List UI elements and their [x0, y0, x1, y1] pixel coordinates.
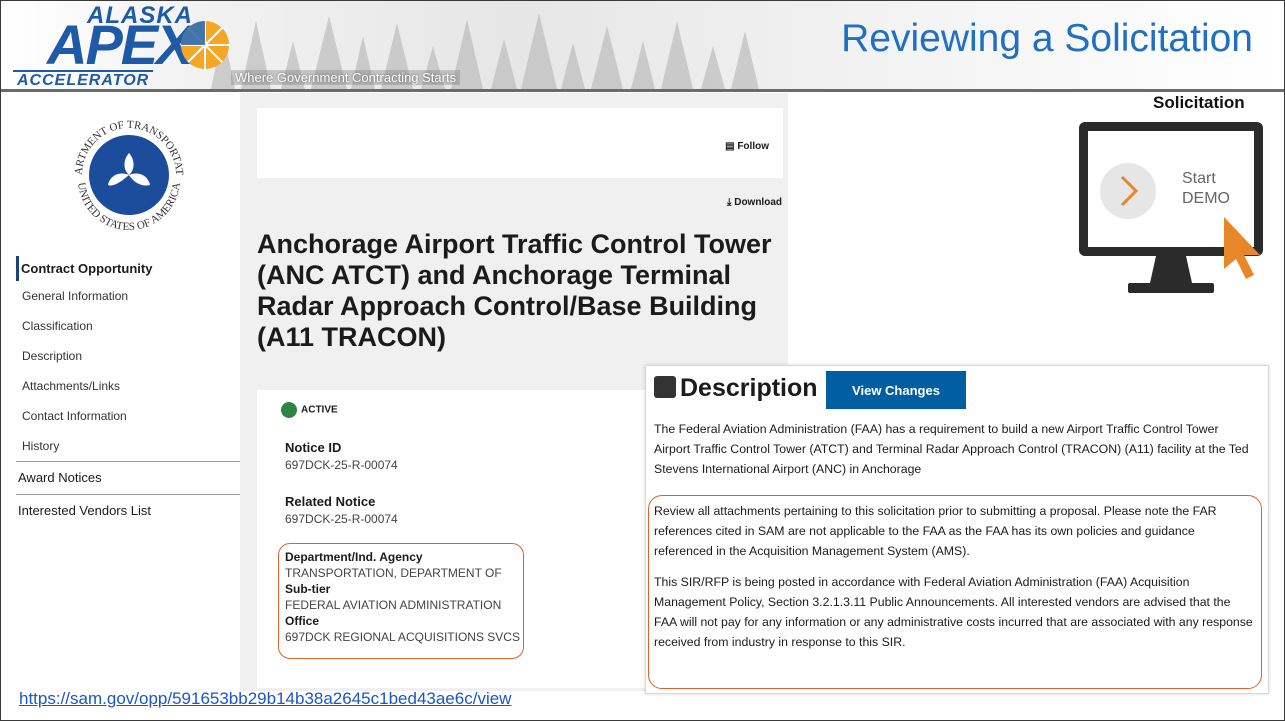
view-changes-button[interactable]: View Changes — [826, 371, 966, 409]
download-button[interactable]: ⤓ Download — [727, 197, 782, 208]
nav-contract-opportunity[interactable]: Contract Opportunity — [16, 256, 241, 281]
status-badge: ACTIVE — [281, 402, 338, 418]
solicitation-label: Solicitation — [1153, 93, 1245, 112]
play-circle-icon — [1100, 163, 1156, 219]
agency-highlight: Department/Ind. Agency TRANSPORTATION, D… — [278, 543, 524, 659]
nav-history[interactable]: History — [16, 431, 241, 461]
subtier-value: FEDERAL AVIATION ADMINISTRATION — [285, 598, 502, 612]
nav-contact-information[interactable]: Contact Information — [16, 401, 241, 431]
description-heading: Description — [654, 374, 818, 403]
demo-start-text: Start — [1182, 170, 1216, 187]
follow-card: ▤ Follow — [257, 108, 783, 178]
demo-demo-text: DEMO — [1182, 190, 1230, 207]
download-label: Download — [734, 197, 782, 208]
logo-accelerator-text: ACCELERATOR — [13, 70, 154, 89]
nav-interested-vendors-list[interactable]: Interested Vendors List — [16, 494, 241, 527]
related-notice-label: Related Notice — [285, 494, 376, 509]
description-paragraph-1: The Federal Aviation Administration (FAA… — [654, 422, 1249, 476]
department-value: TRANSPORTATION, DEPARTMENT OF — [285, 566, 502, 580]
related-notice-value: 697DCK-25-R-00074 — [285, 512, 398, 526]
nav-classification[interactable]: Classification — [16, 311, 241, 341]
follow-label: Follow — [737, 141, 769, 152]
subtier-label: Sub-tier — [285, 582, 331, 596]
department-label: Department/Ind. Agency — [285, 550, 423, 564]
status-label: ACTIVE — [301, 404, 338, 416]
notice-id-label: Notice ID — [285, 440, 342, 455]
nav-attachments-links[interactable]: Attachments/Links — [16, 371, 241, 401]
nav-description[interactable]: Description — [16, 341, 241, 371]
description-panel: Description View Changes The Federal Avi… — [645, 365, 1269, 694]
office-label: Office — [285, 614, 320, 628]
notice-id-value: 697DCK-25-R-00074 — [285, 458, 398, 472]
nav-general-information[interactable]: General Information — [16, 281, 241, 311]
status-dot-icon — [281, 402, 297, 418]
nav-award-notices[interactable]: Award Notices — [16, 461, 241, 494]
slide-title: Reviewing a Solicitation — [841, 17, 1253, 60]
slide-header: ALASKA APEX ACCELERATOR Where Government… — [1, 1, 1284, 89]
logo-apex-text: APEX — [47, 13, 193, 76]
description-square-icon — [654, 376, 676, 398]
header-divider — [1, 89, 1284, 92]
sam-url-link[interactable]: https://sam.gov/opp/591653bb29b14b38a264… — [19, 689, 511, 709]
sun-burst-icon — [181, 21, 229, 69]
sidebar-nav: Contract Opportunity General Information… — [16, 256, 241, 527]
office-value: 697DCK REGIONAL ACQUISITIONS SVCS — [285, 630, 520, 644]
description-paragraph-3: This SIR/RFP is being posted in accordan… — [654, 575, 1253, 649]
header-tagline: Where Government Contracting Starts — [231, 70, 461, 85]
follow-button[interactable]: ▤ Follow — [725, 141, 769, 152]
dot-seal-logo: DEPARTMENT OF TRANSPORTATION UNITED STAT… — [64, 113, 185, 233]
description-paragraph-2: Review all attachments pertaining to thi… — [654, 504, 1217, 558]
description-title: Description — [680, 374, 818, 402]
start-demo-monitor[interactable]: Start DEMO — [1078, 121, 1264, 301]
sidebar: DEPARTMENT OF TRANSPORTATION UNITED STAT… — [16, 93, 241, 691]
opportunity-title: Anchorage Airport Traffic Control Tower … — [257, 229, 772, 352]
apex-accelerator-logo: ALASKA APEX ACCELERATOR — [7, 2, 247, 89]
follow-icon: ▤ — [725, 141, 738, 152]
